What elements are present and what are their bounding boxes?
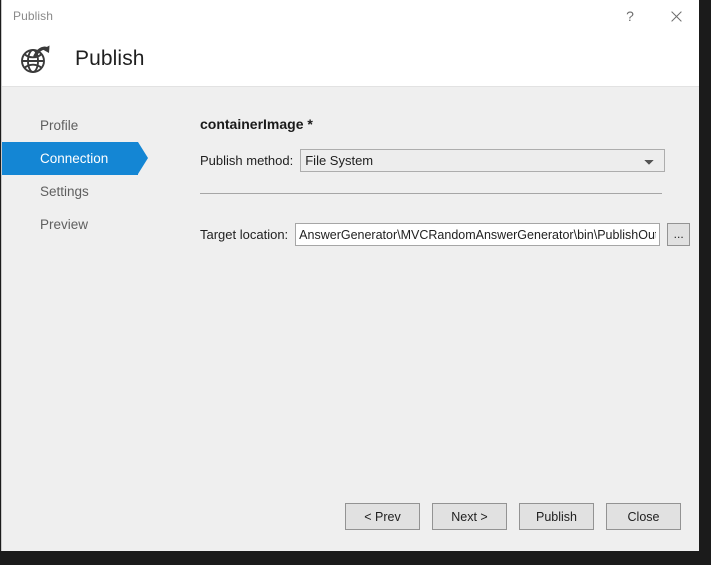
prev-button[interactable]: < Prev bbox=[345, 503, 420, 530]
title-bar: Publish ? bbox=[2, 0, 699, 32]
sidebar-item-label: Settings bbox=[40, 184, 89, 199]
target-location-label: Target location: bbox=[200, 227, 288, 242]
sidebar-item-label: Connection bbox=[40, 151, 108, 166]
sidebar-item-label: Profile bbox=[40, 118, 78, 133]
target-location-input[interactable] bbox=[295, 223, 660, 246]
publish-button[interactable]: Publish bbox=[519, 503, 594, 530]
dialog-body: Profile Connection Settings Preview cont… bbox=[2, 87, 699, 550]
publish-method-label: Publish method: bbox=[200, 153, 293, 168]
window-title: Publish bbox=[13, 9, 53, 23]
close-button[interactable] bbox=[653, 0, 699, 32]
dialog-header-title: Publish bbox=[75, 47, 145, 71]
sidebar-item-label: Preview bbox=[40, 217, 88, 232]
sidebar-item-settings[interactable]: Settings bbox=[2, 175, 177, 208]
close-dialog-button[interactable]: Close bbox=[606, 503, 681, 530]
sidebar-item-connection[interactable]: Connection bbox=[2, 142, 138, 175]
publish-method-select[interactable]: File System Web Deploy Web Deploy Packag… bbox=[300, 149, 665, 172]
selected-pointer-icon bbox=[138, 142, 148, 174]
section-divider bbox=[200, 193, 662, 194]
sidebar-item-profile[interactable]: Profile bbox=[2, 109, 177, 142]
page-title: containerImage * bbox=[200, 116, 313, 132]
question-mark-icon: ? bbox=[626, 9, 634, 23]
close-icon bbox=[671, 11, 682, 22]
publish-dialog-window: Publish ? Publish bbox=[1, 0, 699, 551]
dialog-footer: < Prev Next > Publish Close bbox=[345, 503, 681, 530]
next-button[interactable]: Next > bbox=[432, 503, 507, 530]
browse-button[interactable]: ... bbox=[667, 223, 690, 246]
dialog-header: Publish bbox=[2, 32, 699, 87]
target-location-row: Target location: ... bbox=[200, 223, 690, 246]
globe-publish-icon bbox=[16, 40, 54, 78]
sidebar: Profile Connection Settings Preview bbox=[2, 109, 177, 241]
publish-method-row: Publish method: File System Web Deploy W… bbox=[200, 149, 665, 172]
help-button[interactable]: ? bbox=[607, 0, 653, 32]
sidebar-item-preview[interactable]: Preview bbox=[2, 208, 177, 241]
